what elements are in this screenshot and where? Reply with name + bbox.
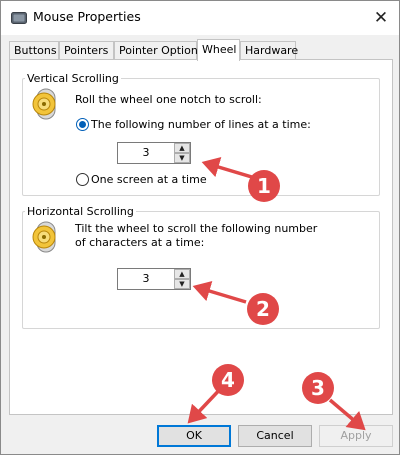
mouse-properties-window: Mouse Properties ✕ Buttons Pointers Poin…	[0, 0, 400, 455]
spin-down-icon[interactable]: ▼	[174, 279, 190, 289]
horizontal-intro-line2: of characters at a time:	[75, 236, 205, 249]
tab-buttons[interactable]: Buttons	[9, 41, 59, 60]
tab-pointer-options[interactable]: Pointer Options	[114, 41, 204, 60]
chars-spinner[interactable]: 3 ▲ ▼	[117, 268, 191, 290]
cancel-button[interactable]: Cancel	[238, 425, 312, 447]
lines-radio[interactable]	[76, 118, 89, 131]
scroll-wheel-icon	[32, 88, 56, 120]
tab-wheel[interactable]: Wheel	[197, 39, 240, 61]
screen-radio[interactable]	[76, 173, 89, 186]
title-bar: Mouse Properties ✕	[1, 1, 399, 35]
tab-pointers[interactable]: Pointers	[59, 41, 114, 60]
close-icon: ✕	[373, 8, 389, 28]
wheel-tab-panel: Vertical Scrolling Roll the wheel one no…	[9, 59, 393, 415]
horizontal-intro-line1: Tilt the wheel to scroll the following n…	[75, 222, 318, 235]
chars-value[interactable]: 3	[118, 269, 174, 289]
horizontal-scrolling-legend: Horizontal Scrolling	[27, 205, 134, 218]
horizontal-scrolling-group: Horizontal Scrolling Tilt the wheel to s…	[22, 205, 380, 329]
lines-value[interactable]: 3	[118, 143, 174, 163]
lines-spinner[interactable]: 3 ▲ ▼	[117, 142, 191, 164]
tab-hardware[interactable]: Hardware	[240, 41, 298, 60]
spin-up-icon[interactable]: ▲	[174, 269, 190, 279]
screen-radio-label[interactable]: One screen at a time	[91, 173, 207, 187]
close-button[interactable]: ✕	[363, 3, 399, 33]
vertical-scrolling-group: Vertical Scrolling Roll the wheel one no…	[22, 72, 380, 196]
vertical-intro-text: Roll the wheel one notch to scroll:	[75, 93, 262, 106]
spin-up-icon[interactable]: ▲	[174, 143, 190, 153]
vertical-scrolling-legend: Vertical Scrolling	[27, 72, 119, 85]
scroll-wheel-icon	[32, 221, 56, 253]
spin-down-icon[interactable]: ▼	[174, 153, 190, 163]
apply-button[interactable]: Apply	[319, 425, 393, 447]
window-title: Mouse Properties	[33, 9, 141, 24]
ok-button[interactable]: OK	[157, 425, 231, 447]
mouse-properties-icon	[11, 12, 27, 24]
lines-radio-label[interactable]: The following number of lines at a time:	[91, 118, 311, 132]
